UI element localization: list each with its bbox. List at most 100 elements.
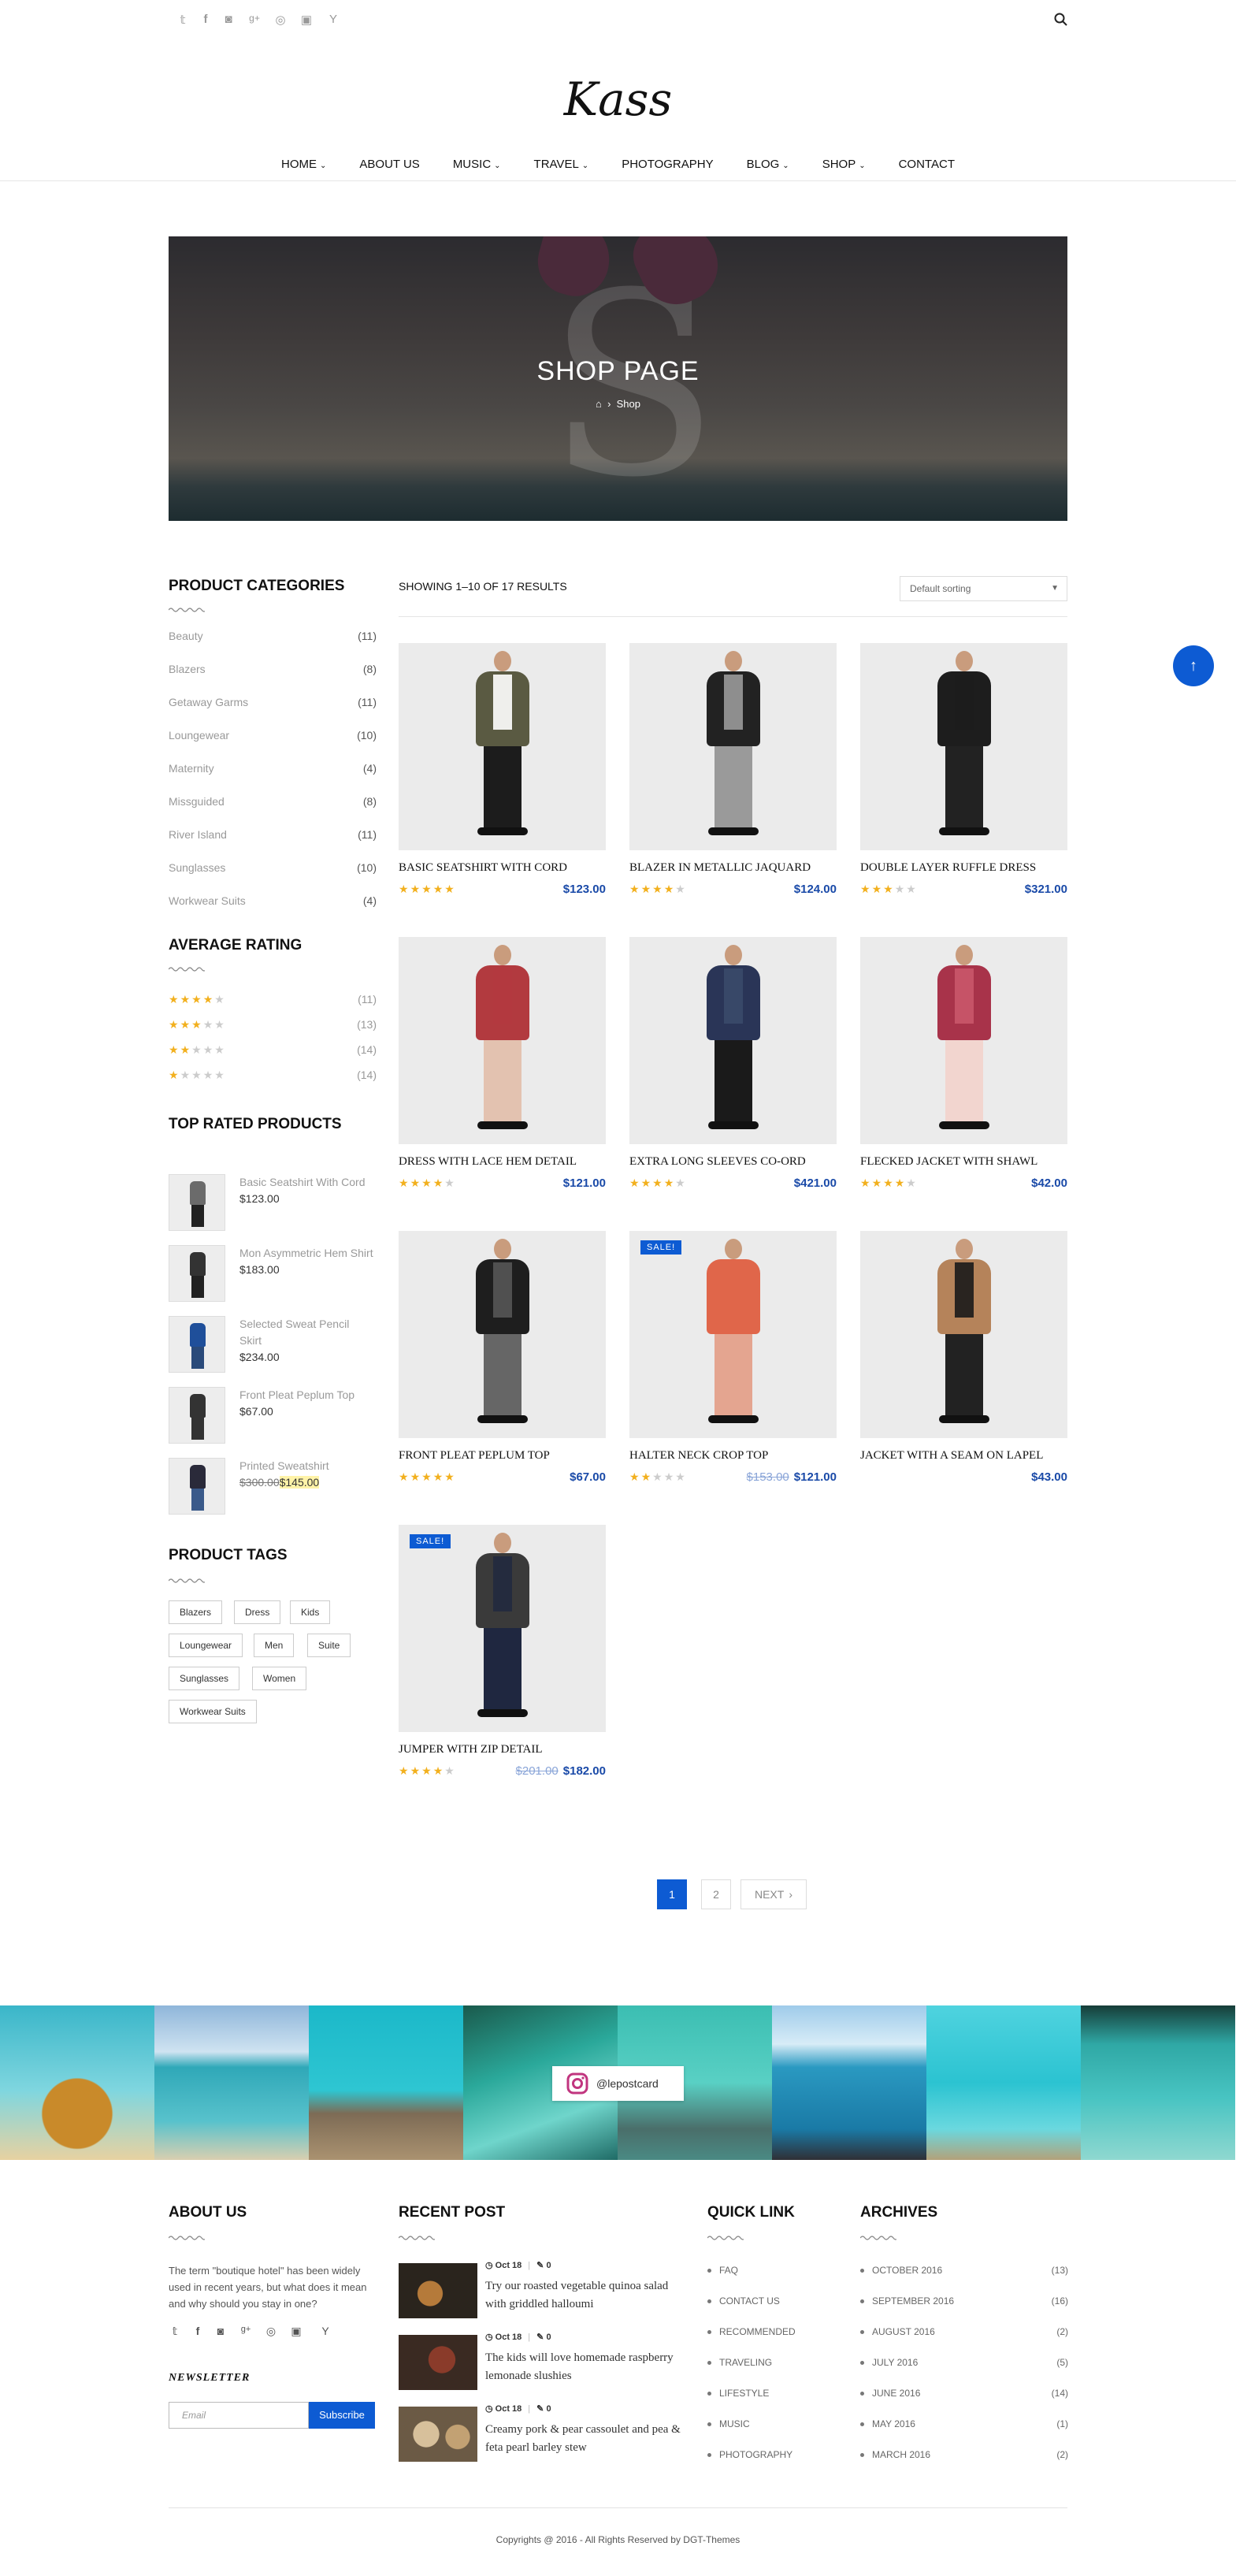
archive-item[interactable]: JULY 2016 (5)	[860, 2357, 1068, 2368]
quick-link-traveling[interactable]: TRAVELING	[707, 2357, 772, 2368]
instagram-photo[interactable]	[154, 2005, 309, 2160]
product-name[interactable]: BLAZER IN METALLIC JAQUARD	[629, 861, 811, 875]
rating-filter-item[interactable]: ★★★★★ (14)	[169, 1069, 377, 1082]
sort-select[interactable]: Default sorting ▼	[900, 576, 1067, 601]
instagram-photo[interactable]	[1081, 2005, 1235, 2160]
product-image[interactable]	[629, 1231, 837, 1438]
product-name[interactable]: Selected Sweat Pencil Skirt	[239, 1316, 373, 1349]
instagram-handle-badge[interactable]: @lepostcard	[552, 2066, 684, 2101]
product-thumbnail[interactable]	[169, 1458, 225, 1515]
tag-sunglasses[interactable]: Sunglasses	[169, 1667, 240, 1690]
yc-icon[interactable]: Y	[325, 13, 341, 26]
product-card[interactable]: DRESS WITH LACE HEM DETAIL ★★★★★ $121.00	[399, 937, 606, 1190]
product-image[interactable]	[399, 1525, 606, 1732]
category-item[interactable]: Blazers (8)	[169, 663, 377, 675]
product-image[interactable]	[860, 937, 1067, 1144]
back-to-top-button[interactable]: ↑	[1173, 645, 1214, 686]
nav-item-blog[interactable]: BLOG ⌄	[730, 156, 806, 175]
nav-item-photography[interactable]: PHOTOGRAPHY	[605, 156, 729, 175]
product-card[interactable]: FRONT PLEAT PEPLUM TOP ★★★★★ $67.00	[399, 1231, 606, 1484]
product-image[interactable]	[399, 643, 606, 850]
yc-icon[interactable]: Y	[317, 2325, 333, 2337]
page-button-2[interactable]: 2	[701, 1879, 731, 1909]
nav-item-about-us[interactable]: ABOUT US	[343, 156, 436, 175]
product-name[interactable]: FRONT PLEAT PEPLUM TOP	[399, 1449, 550, 1463]
instagram-photo[interactable]	[309, 2005, 463, 2160]
quick-link-faq[interactable]: FAQ	[707, 2265, 738, 2276]
archive-item[interactable]: MAY 2016 (1)	[860, 2418, 1068, 2429]
rating-filter-item[interactable]: ★★★★★ (13)	[169, 1018, 377, 1032]
page-button-1[interactable]: 1	[657, 1879, 687, 1909]
product-name[interactable]: HALTER NECK CROP TOP	[629, 1449, 768, 1463]
archive-item[interactable]: SEPTEMBER 2016 (16)	[860, 2295, 1068, 2307]
category-item[interactable]: River Island (11)	[169, 828, 377, 841]
archive-item[interactable]: OCTOBER 2016 (13)	[860, 2265, 1068, 2276]
category-item[interactable]: Missguided (8)	[169, 795, 377, 808]
product-card[interactable]: FLECKED JACKET WITH SHAWL ★★★★★ $42.00	[860, 937, 1067, 1190]
archive-item[interactable]: MARCH 2016 (2)	[860, 2449, 1068, 2460]
product-name[interactable]: JACKET WITH A SEAM ON LAPEL	[860, 1449, 1043, 1463]
tag-dress[interactable]: Dress	[234, 1600, 281, 1624]
product-name[interactable]: BASIC SEATSHIRT WITH CORD	[399, 861, 567, 875]
home-icon[interactable]: ⌂	[596, 398, 602, 410]
product-image[interactable]	[629, 643, 837, 850]
nav-item-shop[interactable]: SHOP ⌄	[806, 156, 882, 175]
instagram-photo[interactable]	[0, 2005, 154, 2160]
nav-item-home[interactable]: HOME ⌄	[265, 156, 343, 175]
category-item[interactable]: Sunglasses (10)	[169, 861, 377, 874]
recent-post[interactable]: ◷ Oct 18 | ✎ 0 The kids will love homemade …	[399, 2333, 685, 2395]
post-title[interactable]: The kids will love homemade raspberry le…	[485, 2349, 685, 2385]
product-thumbnail[interactable]	[169, 1174, 225, 1231]
search-icon[interactable]	[1054, 13, 1068, 27]
quick-link-lifestyle[interactable]: LIFESTYLE	[707, 2388, 769, 2399]
product-name[interactable]: Printed Sweatshirt	[239, 1458, 373, 1474]
recent-post[interactable]: ◷ Oct 18 | ✎ 0 Creamy pork & pear cassoulet…	[399, 2404, 685, 2466]
facebook-icon[interactable]: f	[198, 13, 213, 26]
tag-kids[interactable]: Kids	[290, 1600, 331, 1624]
nav-item-contact[interactable]: CONTACT	[882, 156, 971, 175]
instagram-icon[interactable]: ◙	[213, 2325, 228, 2337]
nav-item-music[interactable]: MUSIC ⌄	[436, 156, 518, 175]
google-plus-icon[interactable]: g+	[247, 13, 262, 24]
tag-loungewear[interactable]: Loungewear	[169, 1634, 243, 1657]
product-thumbnail[interactable]	[169, 1316, 225, 1373]
top-rated-product[interactable]: Selected Sweat Pencil Skirt $234.00	[169, 1316, 377, 1376]
product-name[interactable]: Mon Asymmetric Hem Shirt	[239, 1245, 373, 1262]
rating-filter-item[interactable]: ★★★★★ (11)	[169, 993, 377, 1006]
instagram-photo[interactable]	[772, 2005, 926, 2160]
dribbble-icon[interactable]: ◎	[263, 2325, 279, 2338]
product-image[interactable]	[860, 643, 1067, 850]
product-name[interactable]: FLECKED JACKET WITH SHAWL	[860, 1155, 1037, 1169]
product-name[interactable]: EXTRA LONG SLEEVES CO-ORD	[629, 1155, 806, 1169]
twitter-icon[interactable]: 𝕥	[167, 2325, 183, 2338]
post-title[interactable]: Creamy pork & pear cassoulet and pea & f…	[485, 2421, 685, 2457]
product-image[interactable]	[860, 1231, 1067, 1438]
top-rated-product[interactable]: Mon Asymmetric Hem Shirt $183.00	[169, 1245, 377, 1305]
nav-item-travel[interactable]: TRAVEL ⌄	[518, 156, 606, 175]
product-name[interactable]: DRESS WITH LACE HEM DETAIL	[399, 1155, 577, 1169]
post-thumbnail[interactable]	[399, 2335, 477, 2390]
category-item[interactable]: Loungewear (10)	[169, 729, 377, 742]
rating-filter-item[interactable]: ★★★★★ (14)	[169, 1043, 377, 1057]
instagram-photo[interactable]	[926, 2005, 1081, 2160]
next-page-button[interactable]: NEXT ›	[740, 1879, 807, 1909]
subscribe-button[interactable]: Subscribe	[309, 2402, 375, 2429]
google-plus-icon[interactable]: g+	[238, 2325, 254, 2334]
instagram-icon[interactable]: ◙	[221, 13, 236, 26]
archive-item[interactable]: JUNE 2016 (14)	[860, 2388, 1068, 2399]
site-logo[interactable]: Kass	[0, 72, 1236, 126]
product-name[interactable]: DOUBLE LAYER RUFFLE DRESS	[860, 861, 1036, 875]
post-title[interactable]: Try our roasted vegetable quinoa salad w…	[485, 2277, 685, 2314]
top-rated-product[interactable]: Printed Sweatshirt $300.00$145.00	[169, 1458, 377, 1518]
tag-men[interactable]: Men	[254, 1634, 295, 1657]
dribbble-icon[interactable]: ◎	[273, 13, 288, 27]
category-item[interactable]: Beauty (11)	[169, 630, 377, 642]
tag-workwear-suits[interactable]: Workwear Suits	[169, 1700, 257, 1723]
quick-link-music[interactable]: MUSIC	[707, 2418, 750, 2429]
facebook-icon[interactable]: f	[190, 2325, 206, 2337]
post-thumbnail[interactable]	[399, 2407, 477, 2462]
product-thumbnail[interactable]	[169, 1387, 225, 1444]
tag-women[interactable]: Women	[252, 1667, 307, 1690]
tag-blazers[interactable]: Blazers	[169, 1600, 223, 1624]
twitter-icon[interactable]: 𝕥	[175, 13, 191, 27]
